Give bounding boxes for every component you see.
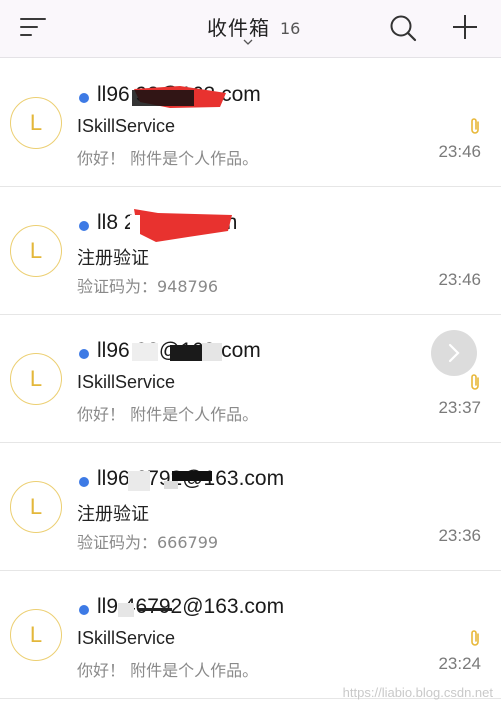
mail-subject: ISkillService: [77, 372, 176, 392]
mail-subject: ISkillService: [77, 116, 176, 136]
mail-subject: 注册验证: [77, 248, 149, 268]
avatar: L: [10, 481, 62, 533]
watermark: https://liabio.blog.csdn.net: [342, 685, 493, 700]
sender-address: ll96 92@163.com: [97, 339, 261, 362]
mailbox-selector[interactable]: 收件箱 16: [207, 12, 300, 46]
menu-lines-icon[interactable]: [20, 17, 48, 39]
plus-icon[interactable]: [451, 13, 479, 41]
mail-time: 23:37: [438, 398, 481, 417]
mail-time: 23:46: [438, 142, 481, 161]
mail-count: 16: [280, 19, 301, 38]
avatar: L: [10, 97, 62, 149]
mail-time: 23:46: [438, 270, 481, 289]
paperclip-icon: [471, 374, 479, 390]
paperclip-icon: [471, 118, 479, 134]
mail-subject: ISkillService: [77, 628, 176, 648]
sender-address: ll9 46792@163.com: [97, 595, 285, 618]
mail-preview: 你好！ 附件是个人作品。: [77, 405, 259, 424]
page-title: 收件箱: [207, 16, 270, 40]
app-header: 收件箱 16: [0, 0, 501, 58]
mail-time: 23:36: [438, 526, 481, 545]
mail-item[interactable]: L ll96 6792@163.com 注册验证 验证码为：666799 23:…: [0, 443, 501, 571]
mail-item[interactable]: L ll96 92@163.com ISkillService 你好！ 附件是个…: [0, 315, 501, 443]
mail-subject: 注册验证: [77, 504, 149, 524]
paperclip-icon: [471, 630, 479, 646]
avatar: L: [10, 225, 62, 277]
mail-item[interactable]: L ll9 46792@163.com ISkillService 你好！ 附件…: [0, 571, 501, 699]
sender-address: ll8 2@163.com: [97, 211, 238, 234]
sender-address: ll96 6792@163.com: [97, 467, 285, 490]
avatar: L: [10, 609, 62, 661]
avatar: L: [10, 353, 62, 405]
mail-preview: 你好！ 附件是个人作品。: [77, 661, 259, 680]
unread-dot-icon: [79, 221, 89, 231]
sender-address: ll96 92@163.com: [97, 83, 261, 106]
unread-dot-icon: [79, 93, 89, 103]
mail-time: 23:24: [438, 654, 481, 673]
unread-dot-icon: [79, 349, 89, 359]
unread-dot-icon: [79, 477, 89, 487]
mail-item[interactable]: L ll96 92@163.com ISkillService 你好！ 附件是个…: [0, 59, 501, 187]
floating-next-button[interactable]: [431, 330, 477, 376]
search-icon[interactable]: [389, 14, 417, 42]
unread-dot-icon: [79, 605, 89, 615]
chevron-right-icon: [448, 343, 460, 363]
mail-item[interactable]: L ll8 2@163.com 注册验证 验证码为：948796 23:46: [0, 187, 501, 315]
mail-preview: 验证码为：948796: [77, 277, 219, 296]
mail-preview: 你好！ 附件是个人作品。: [77, 149, 259, 168]
mail-list: L ll96 92@163.com ISkillService 你好！ 附件是个…: [0, 59, 501, 699]
chevron-down-icon: [243, 39, 253, 45]
mail-preview: 验证码为：666799: [77, 533, 219, 552]
